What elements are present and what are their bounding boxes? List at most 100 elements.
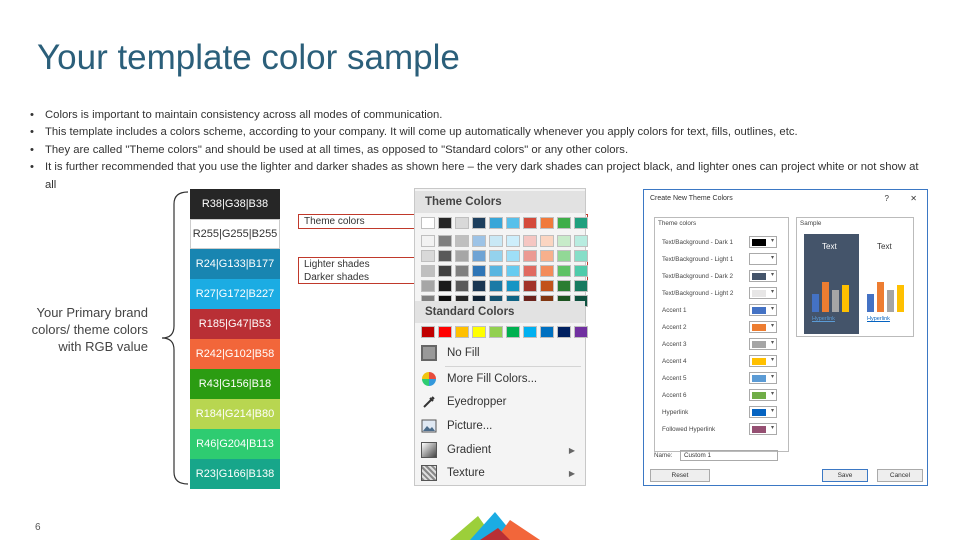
color-dropdown[interactable]: ▾ <box>749 355 777 367</box>
shade-color-cell[interactable] <box>506 250 520 262</box>
shade-color-cell[interactable] <box>557 280 571 292</box>
shade-color-cell[interactable] <box>455 280 469 292</box>
cancel-button[interactable]: Cancel <box>877 469 923 482</box>
shade-color-cell[interactable] <box>506 265 520 277</box>
shade-color-cell[interactable] <box>438 235 452 247</box>
shade-color-cell[interactable] <box>421 235 435 247</box>
shade-color-cell[interactable] <box>540 280 554 292</box>
standard-color-cell[interactable] <box>455 326 469 338</box>
help-button[interactable]: ? <box>885 194 889 203</box>
standard-color-cell[interactable] <box>472 326 486 338</box>
standard-color-cell[interactable] <box>574 326 588 338</box>
chevron-down-icon: ▾ <box>770 255 774 261</box>
color-dropdown[interactable]: ▾ <box>749 406 777 418</box>
shade-color-cell[interactable] <box>438 265 452 277</box>
standard-color-cell[interactable] <box>557 326 571 338</box>
shade-color-cell[interactable] <box>421 280 435 292</box>
theme-color-cell[interactable] <box>472 217 486 229</box>
shade-color-cell[interactable] <box>472 265 486 277</box>
color-wheel-icon <box>422 372 436 386</box>
shade-color-cell[interactable] <box>489 280 503 292</box>
no-fill-item[interactable]: No Fill <box>415 342 585 364</box>
shade-color-cell[interactable] <box>557 250 571 262</box>
shade-color-cell[interactable] <box>574 250 588 262</box>
color-dropdown[interactable]: ▾ <box>749 321 777 333</box>
shade-color-cell[interactable] <box>421 265 435 277</box>
shade-color-cell[interactable] <box>574 235 588 247</box>
theme-color-cell[interactable] <box>489 217 503 229</box>
standard-color-cell[interactable] <box>540 326 554 338</box>
light-sample-preview: Text Hyperlink <box>859 234 911 334</box>
shade-color-cell[interactable] <box>489 265 503 277</box>
shade-color-cell[interactable] <box>472 250 486 262</box>
color-dropdown[interactable]: ▾ <box>749 389 777 401</box>
name-input[interactable]: Custom 1 <box>680 450 778 461</box>
shade-color-cell[interactable] <box>574 265 588 277</box>
theme-color-cell[interactable] <box>421 217 435 229</box>
shade-color-cell[interactable] <box>506 280 520 292</box>
color-dropdown[interactable]: ▾ <box>749 372 777 384</box>
shade-color-cell[interactable] <box>523 265 537 277</box>
theme-color-cell[interactable] <box>557 217 571 229</box>
standard-color-cell[interactable] <box>506 326 520 338</box>
chevron-down-icon: ▾ <box>770 272 774 278</box>
shade-color-cell[interactable] <box>438 250 452 262</box>
primary-brand-label: Your Primary brand colors/ theme colors … <box>31 305 148 354</box>
picture-item[interactable]: Picture... <box>415 415 585 437</box>
theme-color-cell[interactable] <box>540 217 554 229</box>
theme-color-cell[interactable] <box>523 217 537 229</box>
theme-color-cell[interactable] <box>574 217 588 229</box>
color-dropdown[interactable]: ▾ <box>749 423 777 435</box>
color-dropdown[interactable]: ▾ <box>749 304 777 316</box>
shade-color-cell[interactable] <box>523 280 537 292</box>
standard-color-cell[interactable] <box>421 326 435 338</box>
color-dropdown[interactable]: ▾ <box>749 270 777 282</box>
shade-color-cell[interactable] <box>557 235 571 247</box>
shade-color-cell[interactable] <box>455 250 469 262</box>
shade-color-cell[interactable] <box>455 265 469 277</box>
more-fill-colors-item[interactable]: More Fill Colors... <box>415 368 585 390</box>
color-dropdown[interactable]: ▾ <box>749 253 777 265</box>
sample-bar <box>887 289 894 312</box>
chevron-right-icon: ▶ <box>568 468 575 478</box>
reset-button[interactable]: Reset <box>650 469 710 482</box>
theme-colors-header: Theme Colors <box>415 191 585 213</box>
color-chip <box>752 392 766 399</box>
shade-color-cell[interactable] <box>540 235 554 247</box>
shade-color-cell[interactable] <box>574 280 588 292</box>
shade-color-cell[interactable] <box>540 250 554 262</box>
shade-color-cell[interactable] <box>523 250 537 262</box>
standard-color-cell[interactable] <box>489 326 503 338</box>
shade-color-cell[interactable] <box>472 235 486 247</box>
menu-separator <box>445 366 581 367</box>
shade-color-cell[interactable] <box>506 235 520 247</box>
shade-color-cell[interactable] <box>438 280 452 292</box>
shade-color-cell[interactable] <box>523 235 537 247</box>
color-swatch: R27|G172|B227 <box>190 279 280 309</box>
theme-color-cell[interactable] <box>455 217 469 229</box>
shade-color-cell[interactable] <box>472 280 486 292</box>
color-chip <box>752 426 766 433</box>
color-dropdown[interactable]: ▾ <box>749 236 777 248</box>
shade-color-cell[interactable] <box>557 265 571 277</box>
eyedropper-item[interactable]: Eyedropper <box>415 391 585 413</box>
gradient-item[interactable]: Gradient ▶ <box>415 439 585 461</box>
theme-color-cell[interactable] <box>506 217 520 229</box>
standard-color-cell[interactable] <box>438 326 452 338</box>
shade-color-cell[interactable] <box>540 265 554 277</box>
shade-color-cell[interactable] <box>489 250 503 262</box>
standard-color-cell[interactable] <box>523 326 537 338</box>
dark-sample-hyperlink: Hyperlink <box>812 316 835 322</box>
theme-color-cell[interactable] <box>438 217 452 229</box>
close-button[interactable]: ✕ <box>910 194 917 203</box>
texture-item[interactable]: Texture ▶ <box>415 462 585 484</box>
slide-title: Your template color sample <box>37 38 460 77</box>
sample-bar <box>842 285 849 312</box>
shade-color-cell[interactable] <box>455 235 469 247</box>
shade-color-cell[interactable] <box>489 235 503 247</box>
shade-color-cell[interactable] <box>421 250 435 262</box>
save-button[interactable]: Save <box>822 469 868 482</box>
chevron-down-icon: ▾ <box>770 323 774 329</box>
color-dropdown[interactable]: ▾ <box>749 338 777 350</box>
color-dropdown[interactable]: ▾ <box>749 287 777 299</box>
